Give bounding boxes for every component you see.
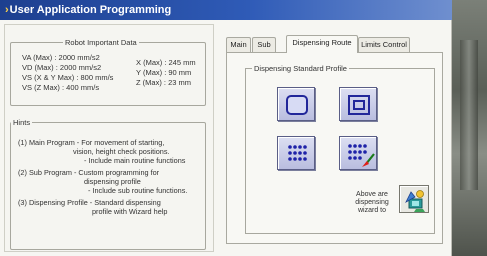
window-title: User Application Programming <box>9 4 172 16</box>
tab-main[interactable]: Main <box>226 37 251 52</box>
hint-line: (2) Sub Program - Custom programming for <box>18 168 160 177</box>
hint-line: dispensing profile <box>84 177 141 186</box>
dot-grid-icon <box>288 145 307 161</box>
spec-z-max: Z (Max) : 23 mm <box>136 78 192 87</box>
spec-va: VA (Max) : 2000 mm/s2 <box>22 53 100 62</box>
spec-vd: VD (Max) : 2000 mm/s2 <box>22 63 102 72</box>
nested-rectangles-icon <box>348 95 370 115</box>
wizard-icon <box>405 190 425 212</box>
tab-sub[interactable]: Sub <box>252 37 276 52</box>
spec-y-max: Y (Max) : 90 mm <box>136 68 192 77</box>
wizard-description: Above are dispensing wizard to <box>355 191 389 214</box>
rounded-rectangle-icon <box>286 95 308 115</box>
hint-line: (1) Main Program - For movement of start… <box>18 138 165 147</box>
background-scene <box>452 0 487 256</box>
hint-line: - Include sub routine functions. <box>88 186 188 195</box>
wizard-button[interactable] <box>399 185 429 213</box>
tab-limits-control[interactable]: Limits Control <box>358 37 410 52</box>
spec-vs-z: VS (Z Max) : 400 mm/s <box>22 83 100 92</box>
profile-nested-rectangle-button[interactable] <box>339 87 377 121</box>
profile-rectangle-button[interactable] <box>277 87 315 121</box>
dot-grid-brush-icon <box>348 144 375 167</box>
hint-line: vision, height check positions. <box>73 147 170 156</box>
hint-line: - Include main routine functions <box>84 156 186 165</box>
spec-x-max: X (Max) : 245 mm <box>136 58 196 67</box>
tab-dispensing-route[interactable]: Dispensing Route <box>286 35 358 53</box>
hint-line: profile with Wizard help <box>92 207 168 216</box>
title-arrow-icon: › <box>5 4 9 16</box>
hint-line: (3) Dispensing Profile - Standard dispen… <box>18 198 161 207</box>
profile-dot-grid-brush-button[interactable] <box>339 136 377 170</box>
spec-vs-xy: VS (X & Y Max) : 800 mm/s <box>22 73 114 82</box>
dispensing-group-title: Dispensing Standard Profile <box>254 64 347 73</box>
hints-title: Hints <box>13 118 31 127</box>
title-bar: ›User Application Programming <box>0 0 452 20</box>
robot-data-title: Robot Important Data <box>65 38 137 47</box>
app-window: ›User Application Programming Robot Impo… <box>0 0 452 256</box>
profile-dot-grid-button[interactable] <box>277 136 315 170</box>
